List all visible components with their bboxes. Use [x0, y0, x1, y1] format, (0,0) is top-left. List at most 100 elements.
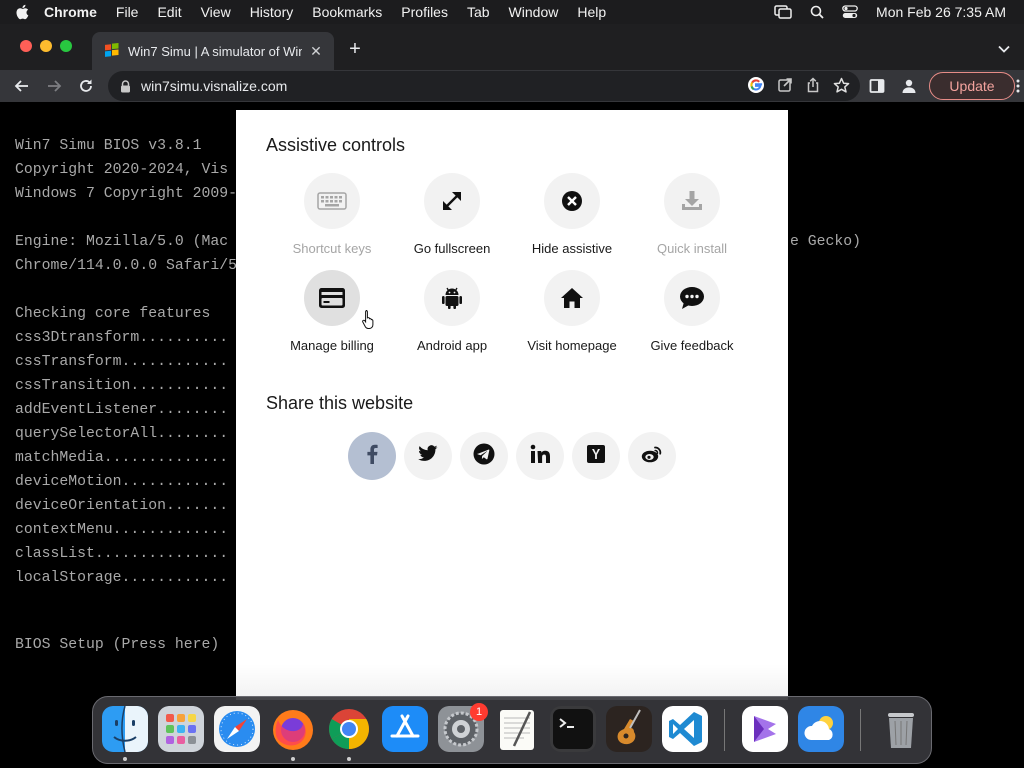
share-section-title: Share this website	[266, 393, 414, 413]
reload-button[interactable]	[75, 75, 97, 97]
bios-line: contextMenu.............	[15, 522, 229, 538]
android-icon	[424, 270, 480, 326]
share-weibo-button[interactable]	[628, 432, 676, 480]
share-twitter-button[interactable]	[404, 432, 452, 480]
side-panel-icon[interactable]	[866, 75, 888, 97]
address-bar[interactable]: win7simu.visnalize.com	[108, 71, 860, 101]
go-fullscreen-button[interactable]: Go fullscreen	[392, 173, 512, 256]
control-label: Go fullscreen	[413, 241, 491, 256]
window-minimize-button[interactable]	[40, 40, 52, 52]
new-tab-button[interactable]: +	[344, 38, 366, 60]
bios-setup-link[interactable]: BIOS Setup (Press here)	[15, 637, 219, 653]
chrome-tab-strip: Win7 Simu | A simulator of Win ✕ +	[0, 24, 1024, 70]
menu-app-name[interactable]: Chrome	[44, 4, 97, 20]
menu-history[interactable]: History	[250, 4, 294, 20]
bios-line: deviceMotion............	[15, 474, 229, 490]
menu-profiles[interactable]: Profiles	[401, 4, 448, 20]
share-linkedin-button[interactable]	[516, 432, 564, 480]
chrome-menu-icon[interactable]	[1014, 75, 1022, 97]
back-button[interactable]	[11, 75, 33, 97]
tab-close-icon[interactable]: ✕	[308, 43, 324, 60]
share-icon[interactable]	[805, 77, 821, 96]
bios-line: querySelectorAll........	[15, 426, 229, 442]
url-text[interactable]: win7simu.visnalize.com	[141, 78, 287, 94]
weather-icon[interactable]	[798, 706, 844, 752]
lock-icon[interactable]	[120, 79, 131, 93]
chrome-toolbar: win7simu.visnalize.com Update	[0, 70, 1024, 102]
assistive-controls-title: Assistive controls	[266, 135, 406, 155]
give-feedback-button[interactable]: Give feedback	[632, 270, 752, 353]
garageband-icon[interactable]	[606, 706, 652, 752]
browser-tab-active[interactable]: Win7 Simu | A simulator of Win ✕	[92, 32, 334, 70]
open-in-app-icon[interactable]	[777, 77, 793, 96]
dock-separator	[860, 709, 861, 751]
hide-assistive-button[interactable]: Hide assistive	[512, 173, 632, 256]
screen-mirroring-icon[interactable]	[774, 5, 792, 19]
profile-avatar-icon[interactable]	[898, 75, 920, 97]
bios-line: Windows 7 Copyright 2009-	[15, 186, 237, 202]
app-store-icon[interactable]	[382, 706, 428, 752]
menu-bookmarks[interactable]: Bookmarks	[312, 4, 382, 20]
finder-icon[interactable]	[102, 706, 148, 752]
quick-install-button[interactable]: Quick install	[632, 173, 752, 256]
window-zoom-button[interactable]	[60, 40, 72, 52]
bios-line: Engine: Mozilla/5.0 (Mac	[15, 234, 229, 250]
update-button[interactable]: Update	[929, 72, 1015, 100]
textedit-icon[interactable]	[494, 706, 540, 752]
control-label: Give feedback	[650, 338, 734, 353]
google-lens-icon[interactable]	[747, 76, 765, 97]
bios-line: Copyright 2020-2024, Vis	[15, 162, 229, 178]
window-close-button[interactable]	[20, 40, 32, 52]
menu-help[interactable]: Help	[577, 4, 606, 20]
vscode-icon[interactable]	[662, 706, 708, 752]
trash-icon[interactable]	[878, 706, 924, 752]
apple-menu-icon[interactable]	[0, 4, 44, 20]
forward-button[interactable]	[43, 75, 65, 97]
android-app-button[interactable]: Android app	[392, 270, 512, 353]
visit-homepage-button[interactable]: Visit homepage	[512, 270, 632, 353]
bookmark-star-icon[interactable]	[833, 77, 850, 97]
menu-window[interactable]: Window	[509, 4, 559, 20]
safari-icon[interactable]	[214, 706, 260, 752]
bios-line: deviceOrientation.......	[15, 498, 229, 514]
control-label: Android app	[416, 338, 488, 353]
control-label: Hide assistive	[531, 241, 613, 256]
menu-file[interactable]: File	[116, 4, 139, 20]
bios-line: cssTransform............	[15, 354, 229, 370]
menu-view[interactable]: View	[201, 4, 231, 20]
launchpad-icon[interactable]	[158, 706, 204, 752]
hacker-news-icon	[586, 444, 606, 469]
windows-flag-icon	[104, 42, 120, 59]
control-label: Quick install	[656, 241, 728, 256]
terminal-icon[interactable]	[550, 706, 596, 752]
tab-title: Win7 Simu | A simulator of Win	[128, 43, 302, 59]
share-hacker-news-button[interactable]	[572, 432, 620, 480]
twitter-icon	[418, 445, 438, 467]
spotlight-search-icon[interactable]	[810, 5, 824, 19]
running-indicator	[291, 757, 295, 761]
share-facebook-button[interactable]	[348, 432, 396, 480]
tab-search-chevron-icon[interactable]	[998, 40, 1010, 58]
hand-cursor-icon	[361, 309, 377, 334]
shortcut-keys-button[interactable]: Shortcut keys	[272, 173, 392, 256]
share-telegram-button[interactable]	[460, 432, 508, 480]
telegram-icon	[473, 443, 495, 470]
bios-line: cssTransition...........	[15, 378, 229, 394]
control-label: Visit homepage	[527, 338, 617, 353]
bios-line: Win7 Simu BIOS v3.8.1	[15, 138, 202, 154]
chat-bubble-icon	[664, 270, 720, 326]
visual-studio-icon[interactable]	[742, 706, 788, 752]
chrome-icon[interactable]	[326, 706, 372, 752]
assistive-controls-dialog: Assistive controls Shortcut keys Go full…	[236, 110, 788, 700]
menu-tab[interactable]: Tab	[467, 4, 490, 20]
credit-card-icon	[304, 270, 360, 326]
facebook-icon	[366, 444, 378, 469]
download-icon	[664, 173, 720, 229]
bios-line: classList...............	[15, 546, 229, 562]
control-center-icon[interactable]	[842, 5, 858, 19]
bios-line: addEventListener........	[15, 402, 229, 418]
control-label: Shortcut keys	[292, 241, 372, 256]
menu-edit[interactable]: Edit	[157, 4, 181, 20]
menu-clock[interactable]: Mon Feb 26 7:35 AM	[876, 4, 1006, 20]
firefox-icon[interactable]	[270, 706, 316, 752]
